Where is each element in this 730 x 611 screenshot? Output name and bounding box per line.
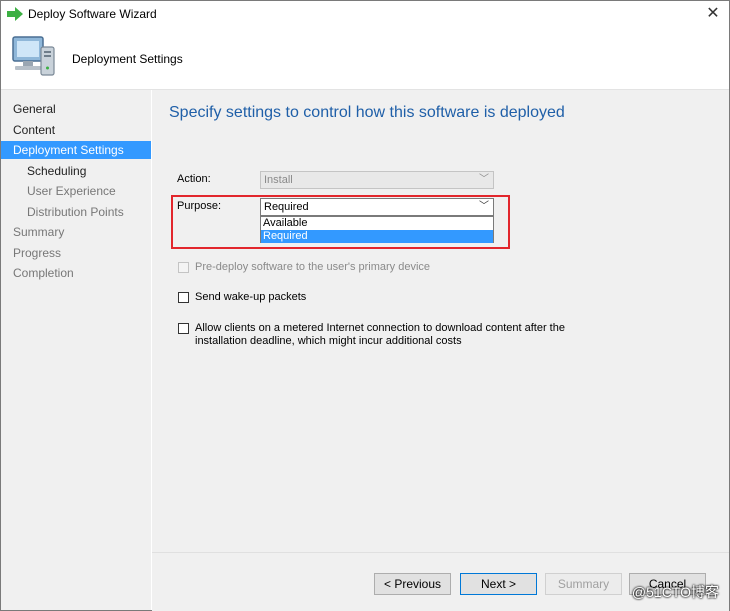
sidebar-item-deployment-settings[interactable]: Deployment Settings [1, 141, 151, 159]
previous-button[interactable]: < Previous [374, 573, 451, 595]
sidebar-item-progress: Progress [13, 246, 62, 260]
watermark: @51CTO博客 [631, 584, 719, 600]
purpose-select[interactable]: Required ﹀ [260, 198, 494, 216]
computer-icon [12, 36, 55, 76]
title-bar: Deploy Software Wizard ✕ [1, 1, 729, 27]
wakeup-packets-label[interactable]: Send wake-up packets [195, 291, 306, 304]
action-label: Action: [177, 173, 211, 185]
green-arrow-icon [7, 7, 23, 21]
page-title: Deployment Settings [72, 52, 183, 66]
sidebar-item-user-experience: User Experience [27, 184, 116, 198]
next-button[interactable]: Next > [460, 573, 537, 595]
section-heading: Specify settings to control how this sof… [169, 104, 565, 121]
settings-panel: Specify settings to control how this sof… [152, 90, 729, 610]
sidebar-item-general[interactable]: General [1, 100, 163, 118]
sidebar-item-content[interactable]: Content [1, 121, 163, 139]
sidebar-item-scheduling[interactable]: Scheduling [1, 162, 177, 180]
wakeup-packets-checkbox[interactable] [178, 292, 189, 303]
metered-connection-checkbox[interactable] [178, 323, 189, 334]
sidebar-item-summary: Summary [13, 225, 65, 239]
predeploy-checkbox [178, 262, 189, 273]
close-button[interactable]: ✕ [701, 3, 725, 25]
purpose-option-available[interactable]: Available [261, 217, 493, 230]
action-select-value: Install [264, 174, 293, 186]
metered-connection-label-line2: installation deadline, which might incur… [195, 335, 462, 347]
deploy-software-wizard-window: Deploy Software Wizard ✕ Deployment Sett… [0, 0, 730, 611]
metered-connection-label-line1: Allow clients on a metered Internet conn… [195, 322, 565, 334]
predeploy-label: Pre-deploy software to the user's primar… [195, 261, 431, 273]
sidebar-item-distribution-points: Distribution Points [27, 205, 124, 219]
chevron-down-icon[interactable]: ﹀ [479, 199, 489, 215]
wizard-steps-sidebar: General Content Deployment Settings Sche… [1, 90, 151, 610]
window-title: Deploy Software Wizard [28, 7, 157, 21]
purpose-option-required[interactable]: Required [261, 230, 493, 243]
metered-connection-label[interactable]: Allow clients on a metered Internet conn… [195, 322, 575, 348]
chevron-down-icon: ﹀ [479, 174, 489, 185]
purpose-dropdown-list: Available Required [260, 216, 494, 243]
wizard-header: Deployment Settings [1, 27, 729, 90]
sidebar-item-completion: Completion [13, 266, 74, 280]
summary-button: Summary [545, 573, 622, 595]
purpose-select-value: Required [264, 201, 309, 213]
action-select: Install ﹀ [260, 171, 494, 189]
purpose-label: Purpose: [177, 200, 222, 212]
